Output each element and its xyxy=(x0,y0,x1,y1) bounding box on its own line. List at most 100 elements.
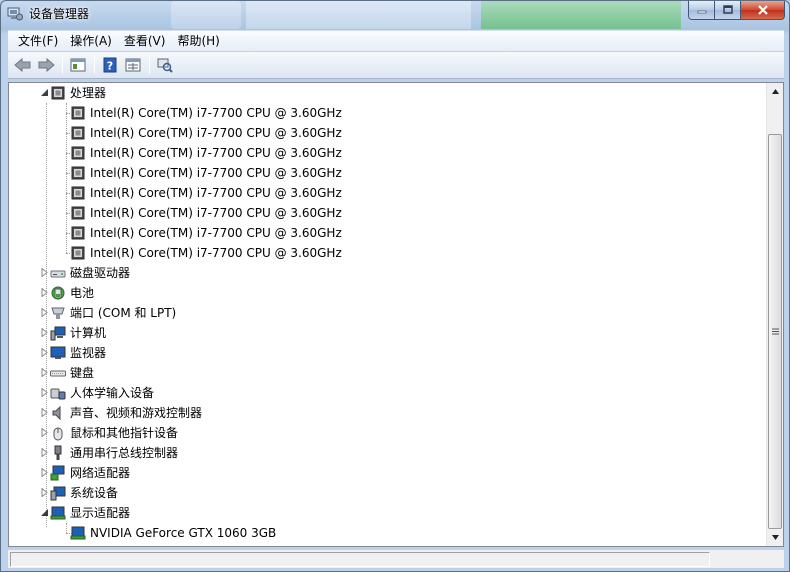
status-pane xyxy=(10,552,710,567)
close-button[interactable] xyxy=(741,1,785,20)
processor-icon xyxy=(70,185,86,201)
expand-icon[interactable] xyxy=(40,488,49,497)
category-label: 磁盘驱动器 xyxy=(70,266,131,280)
category-network-adapters[interactable]: 网络适配器 xyxy=(38,463,130,483)
category-computer[interactable]: 计算机 xyxy=(38,323,106,343)
back-button[interactable] xyxy=(12,54,34,76)
device-item-processor[interactable]: Intel(R) Core(TM) i7-7700 CPU @ 3.60GHz xyxy=(60,223,342,243)
background-window-ghost xyxy=(171,1,241,29)
device-item-processor[interactable]: Intel(R) Core(TM) i7-7700 CPU @ 3.60GHz xyxy=(60,203,342,223)
processor-icon xyxy=(50,85,66,101)
category-label: 计算机 xyxy=(70,326,107,340)
scroll-down-button[interactable] xyxy=(767,529,784,546)
status-bar xyxy=(8,549,784,568)
show-hide-console-tree-button[interactable] xyxy=(67,54,89,76)
menu-view[interactable]: 查看(V) xyxy=(118,32,172,50)
tree-connector xyxy=(66,233,72,234)
category-ports[interactable]: 端口 (COM 和 LPT) xyxy=(38,303,176,323)
title-bar[interactable]: 设备管理器 xyxy=(1,1,789,29)
tree-connector xyxy=(66,153,72,154)
category-label: 端口 (COM 和 LPT) xyxy=(70,306,177,320)
device-label: Intel(R) Core(TM) i7-7700 CPU @ 3.60GHz xyxy=(90,186,342,200)
help-button[interactable]: ? xyxy=(99,54,121,76)
device-item-processor[interactable]: Intel(R) Core(TM) i7-7700 CPU @ 3.60GHz xyxy=(60,123,342,143)
category-label: 通用串行总线控制器 xyxy=(70,446,179,460)
category-system-devices[interactable]: 系统设备 xyxy=(38,483,118,503)
maximize-icon xyxy=(722,5,733,14)
device-label: Intel(R) Core(TM) i7-7700 CPU @ 3.60GHz xyxy=(90,106,342,120)
category-processors[interactable]: 处理器 xyxy=(38,83,106,103)
vertical-scrollbar[interactable] xyxy=(766,83,783,546)
close-icon xyxy=(757,5,768,15)
processor-icon xyxy=(70,245,86,261)
device-tree: 处理器 Intel(R) Core(TM) i7-7700 CPU @ 3.60… xyxy=(9,83,767,546)
toolbar-separator xyxy=(149,56,150,74)
toolbar-separator xyxy=(62,56,63,74)
speaker-icon xyxy=(50,405,66,421)
category-disk-drives[interactable]: 磁盘驱动器 xyxy=(38,263,130,283)
device-item-processor[interactable]: Intel(R) Core(TM) i7-7700 CPU @ 3.60GHz xyxy=(60,183,342,203)
category-keyboards[interactable]: 键盘 xyxy=(38,363,94,383)
expand-icon[interactable] xyxy=(40,288,49,297)
scroll-up-button[interactable] xyxy=(767,83,784,100)
category-sound-video-game[interactable]: 声音、视频和游戏控制器 xyxy=(38,403,202,423)
expand-icon[interactable] xyxy=(40,428,49,437)
scan-hardware-button[interactable] xyxy=(154,54,176,76)
category-label: 人体学输入设备 xyxy=(70,386,155,400)
expand-icon[interactable] xyxy=(40,348,49,357)
processor-icon xyxy=(70,105,86,121)
expand-icon[interactable] xyxy=(40,388,49,397)
forward-button[interactable] xyxy=(35,54,57,76)
background-window-ghost xyxy=(246,1,471,29)
scan-hardware-icon xyxy=(157,58,173,73)
expand-icon[interactable] xyxy=(40,368,49,377)
collapse-icon[interactable] xyxy=(40,88,49,97)
menu-help[interactable]: 帮助(H) xyxy=(171,32,225,50)
processor-icon xyxy=(70,145,86,161)
scroll-up-icon xyxy=(772,89,779,94)
category-usb-controllers[interactable]: 通用串行总线控制器 xyxy=(38,443,178,463)
processor-icon xyxy=(70,125,86,141)
device-item-processor[interactable]: Intel(R) Core(TM) i7-7700 CPU @ 3.60GHz xyxy=(60,103,342,123)
category-label: 声音、视频和游戏控制器 xyxy=(70,406,203,420)
menu-bar: 文件(F) 操作(A) 查看(V) 帮助(H) xyxy=(8,30,784,51)
battery-icon xyxy=(50,285,66,301)
show-hide-console-tree-icon xyxy=(70,58,86,72)
category-battery[interactable]: 电池 xyxy=(38,283,94,303)
expand-icon[interactable] xyxy=(40,448,49,457)
tree-connector xyxy=(66,173,72,174)
menu-action[interactable]: 操作(A) xyxy=(64,32,118,50)
minimize-button[interactable] xyxy=(688,1,715,20)
category-label: 电池 xyxy=(70,286,95,300)
expand-icon[interactable] xyxy=(40,408,49,417)
processor-icon xyxy=(70,205,86,221)
category-label: 处理器 xyxy=(70,86,107,100)
category-label: 系统设备 xyxy=(70,486,119,500)
properties-button[interactable] xyxy=(122,54,144,76)
collapse-icon[interactable] xyxy=(40,508,49,517)
scrollbar-thumb[interactable] xyxy=(768,134,782,529)
category-display-adapters[interactable]: 显示适配器 xyxy=(38,503,130,523)
device-label: Intel(R) Core(TM) i7-7700 CPU @ 3.60GHz xyxy=(90,246,342,260)
computer-icon xyxy=(50,325,66,341)
menu-file[interactable]: 文件(F) xyxy=(12,32,64,50)
device-item-processor[interactable]: Intel(R) Core(TM) i7-7700 CPU @ 3.60GHz xyxy=(60,143,342,163)
toolbar-separator xyxy=(94,56,95,74)
expand-icon[interactable] xyxy=(40,468,49,477)
expand-icon[interactable] xyxy=(40,328,49,337)
tree-connector xyxy=(66,193,72,194)
forward-icon xyxy=(38,57,55,73)
device-item-processor[interactable]: Intel(R) Core(TM) i7-7700 CPU @ 3.60GHz xyxy=(60,163,342,183)
device-item-processor[interactable]: Intel(R) Core(TM) i7-7700 CPU @ 3.60GHz xyxy=(60,243,342,263)
category-hid[interactable]: 人体学输入设备 xyxy=(38,383,154,403)
keyboard-icon xyxy=(50,365,66,381)
category-label: 网络适配器 xyxy=(70,466,131,480)
back-icon xyxy=(14,57,31,73)
maximize-button[interactable] xyxy=(715,1,741,20)
category-label: 监视器 xyxy=(70,346,107,360)
expand-icon[interactable] xyxy=(40,268,49,277)
category-mice[interactable]: 鼠标和其他指针设备 xyxy=(38,423,178,443)
device-item-display-adapter[interactable]: NVIDIA GeForce GTX 1060 3GB xyxy=(60,523,276,543)
category-monitors[interactable]: 监视器 xyxy=(38,343,106,363)
expand-icon[interactable] xyxy=(40,308,49,317)
